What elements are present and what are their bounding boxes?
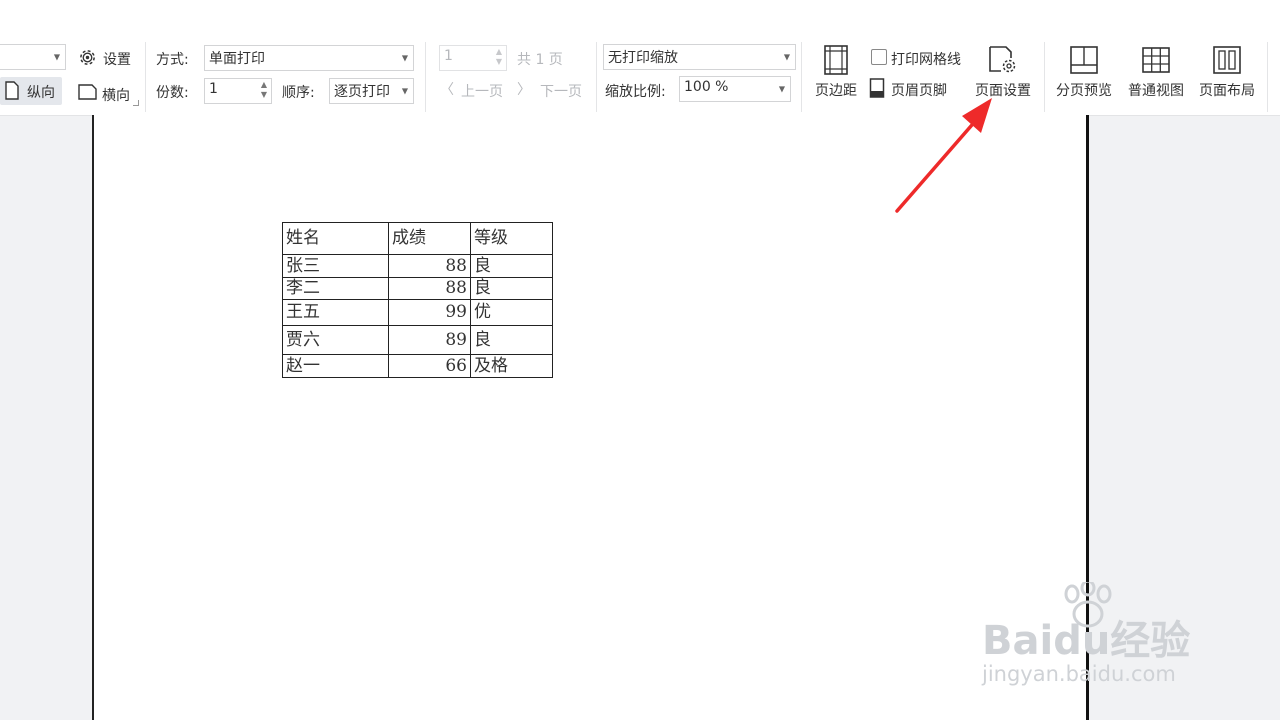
group-expander-icon[interactable] — [133, 100, 139, 106]
page-margins-label: 页边距 — [815, 83, 857, 99]
table-row: 贾六 89 良 — [282, 325, 553, 355]
cell-grade: 及格 — [470, 354, 553, 378]
previous-page-button[interactable]: 〈 上一页 — [440, 79, 512, 101]
method-dropdown[interactable]: 单面打印 ▼ — [204, 45, 414, 71]
cell-grade: 良 — [470, 325, 553, 355]
previous-page-label: 上一页 — [461, 84, 503, 100]
cell-score: 66 — [388, 354, 471, 378]
scale-ratio-dropdown[interactable]: 100 % ▼ — [679, 76, 791, 102]
scale-ratio-value: 100 % — [684, 79, 729, 95]
settings-label: 设置 — [103, 52, 131, 68]
chevron-down-icon: ▼ — [778, 84, 785, 94]
table-row: 张三 88 良 — [282, 254, 553, 278]
page-margins-icon — [824, 45, 848, 75]
order-dropdown[interactable]: 逐页打印 ▼ — [329, 78, 414, 104]
header-cell-grade: 等级 — [470, 222, 553, 255]
page-break-preview-icon — [1070, 46, 1098, 74]
portrait-button[interactable]: 纵向 — [0, 77, 62, 105]
normal-view-label: 普通视图 — [1128, 83, 1184, 99]
separator — [425, 42, 426, 112]
watermark-brand: Baidu经验 — [982, 618, 1191, 664]
scale-mode-dropdown[interactable]: 无打印缩放 ▼ — [603, 44, 796, 70]
copies-stepper[interactable]: 1 ▲ ▼ — [204, 78, 272, 104]
chevron-down-icon: ▼ — [401, 86, 408, 96]
page-setup-icon — [989, 46, 1016, 73]
cell-name: 李二 — [282, 277, 389, 300]
header-cell-name: 姓名 — [282, 222, 389, 255]
cell-score: 89 — [388, 325, 471, 355]
chevron-left-icon: 〈 — [440, 82, 454, 98]
table-row: 李二 88 良 — [282, 277, 553, 300]
cell-score: 88 — [388, 254, 471, 278]
page-layout-view-icon — [1213, 46, 1241, 74]
total-pages-label: 共 1 页 — [517, 52, 563, 68]
chevron-down-icon: ▼ — [783, 52, 790, 62]
gear-icon — [80, 50, 95, 65]
next-page-button[interactable]: 〉 下一页 — [517, 79, 589, 101]
scale-ratio-label: 缩放比例: — [605, 84, 666, 100]
cell-score: 88 — [388, 277, 471, 300]
cell-grade: 优 — [470, 299, 553, 326]
annotation-arrow-icon — [895, 98, 992, 213]
portrait-label: 纵向 — [27, 85, 55, 101]
separator — [596, 42, 597, 112]
page-break-preview-label: 分页预览 — [1056, 83, 1112, 99]
page-margins-button[interactable]: 页边距 — [809, 45, 863, 100]
print-preview-toolbar: ▼ 纵向 设置 横向 方式: 单面打印 ▼ 份数: 1 ▲ ▼ 顺序: 逐页打印… — [0, 0, 1280, 116]
order-value: 逐页打印 — [334, 84, 390, 100]
header-cell-score: 成绩 — [388, 222, 471, 255]
page-portrait-icon — [5, 81, 19, 100]
landscape-label: 横向 — [102, 88, 130, 104]
chevron-down-icon: ▼ — [401, 53, 408, 63]
order-label: 顺序: — [282, 85, 315, 101]
separator — [1267, 42, 1268, 112]
page-layout-view-button[interactable]: 页面布局 — [1194, 45, 1260, 100]
normal-view-icon — [1142, 47, 1170, 73]
paper-size-dropdown[interactable]: ▼ — [0, 44, 66, 70]
copies-value: 1 — [209, 81, 218, 97]
stepper-arrows-icon[interactable]: ▲ ▼ — [261, 80, 267, 100]
table-row: 王五 99 优 — [282, 299, 553, 326]
page-break-preview-button[interactable]: 分页预览 — [1052, 45, 1116, 100]
copies-label: 份数: — [156, 85, 189, 101]
watermark-url: jingyan.baidu.com — [982, 662, 1176, 686]
table-header-row: 姓名 成绩 等级 — [282, 222, 553, 255]
next-page-label: 下一页 — [540, 84, 582, 100]
cell-name: 赵一 — [282, 354, 389, 378]
page-layout-view-label: 页面布局 — [1199, 83, 1255, 99]
chevron-down-icon: ▼ — [53, 52, 60, 62]
separator — [801, 42, 802, 112]
cell-name: 张三 — [282, 254, 389, 278]
cell-grade: 良 — [470, 254, 553, 278]
cell-score: 99 — [388, 299, 471, 326]
cell-grade: 良 — [470, 277, 553, 300]
method-label: 方式: — [156, 52, 189, 68]
chevron-right-icon: 〉 — [517, 82, 531, 98]
page-number-stepper[interactable]: 1 ▲ ▼ — [439, 45, 507, 71]
page-number-value: 1 — [444, 48, 453, 64]
landscape-button[interactable]: 横向 — [78, 83, 138, 105]
stepper-arrows-icon[interactable]: ▲ ▼ — [496, 47, 502, 67]
print-gridlines-label: 打印网格线 — [891, 52, 961, 68]
checkbox-icon — [871, 49, 887, 65]
cell-name: 贾六 — [282, 325, 389, 355]
print-gridlines-checkbox[interactable]: 打印网格线 — [870, 48, 970, 68]
method-value: 单面打印 — [209, 51, 265, 67]
settings-button[interactable]: 设置 — [78, 47, 138, 69]
normal-view-button[interactable]: 普通视图 — [1123, 45, 1189, 100]
table-row: 赵一 66 及格 — [282, 354, 553, 378]
separator — [1044, 42, 1045, 112]
separator — [145, 42, 146, 112]
scale-mode-value: 无打印缩放 — [608, 50, 678, 66]
page-landscape-icon — [78, 84, 97, 100]
data-table: 姓名 成绩 等级 张三 88 良 李二 88 良 王五 99 优 贾六 89 良… — [282, 222, 553, 378]
cell-name: 王五 — [282, 299, 389, 326]
